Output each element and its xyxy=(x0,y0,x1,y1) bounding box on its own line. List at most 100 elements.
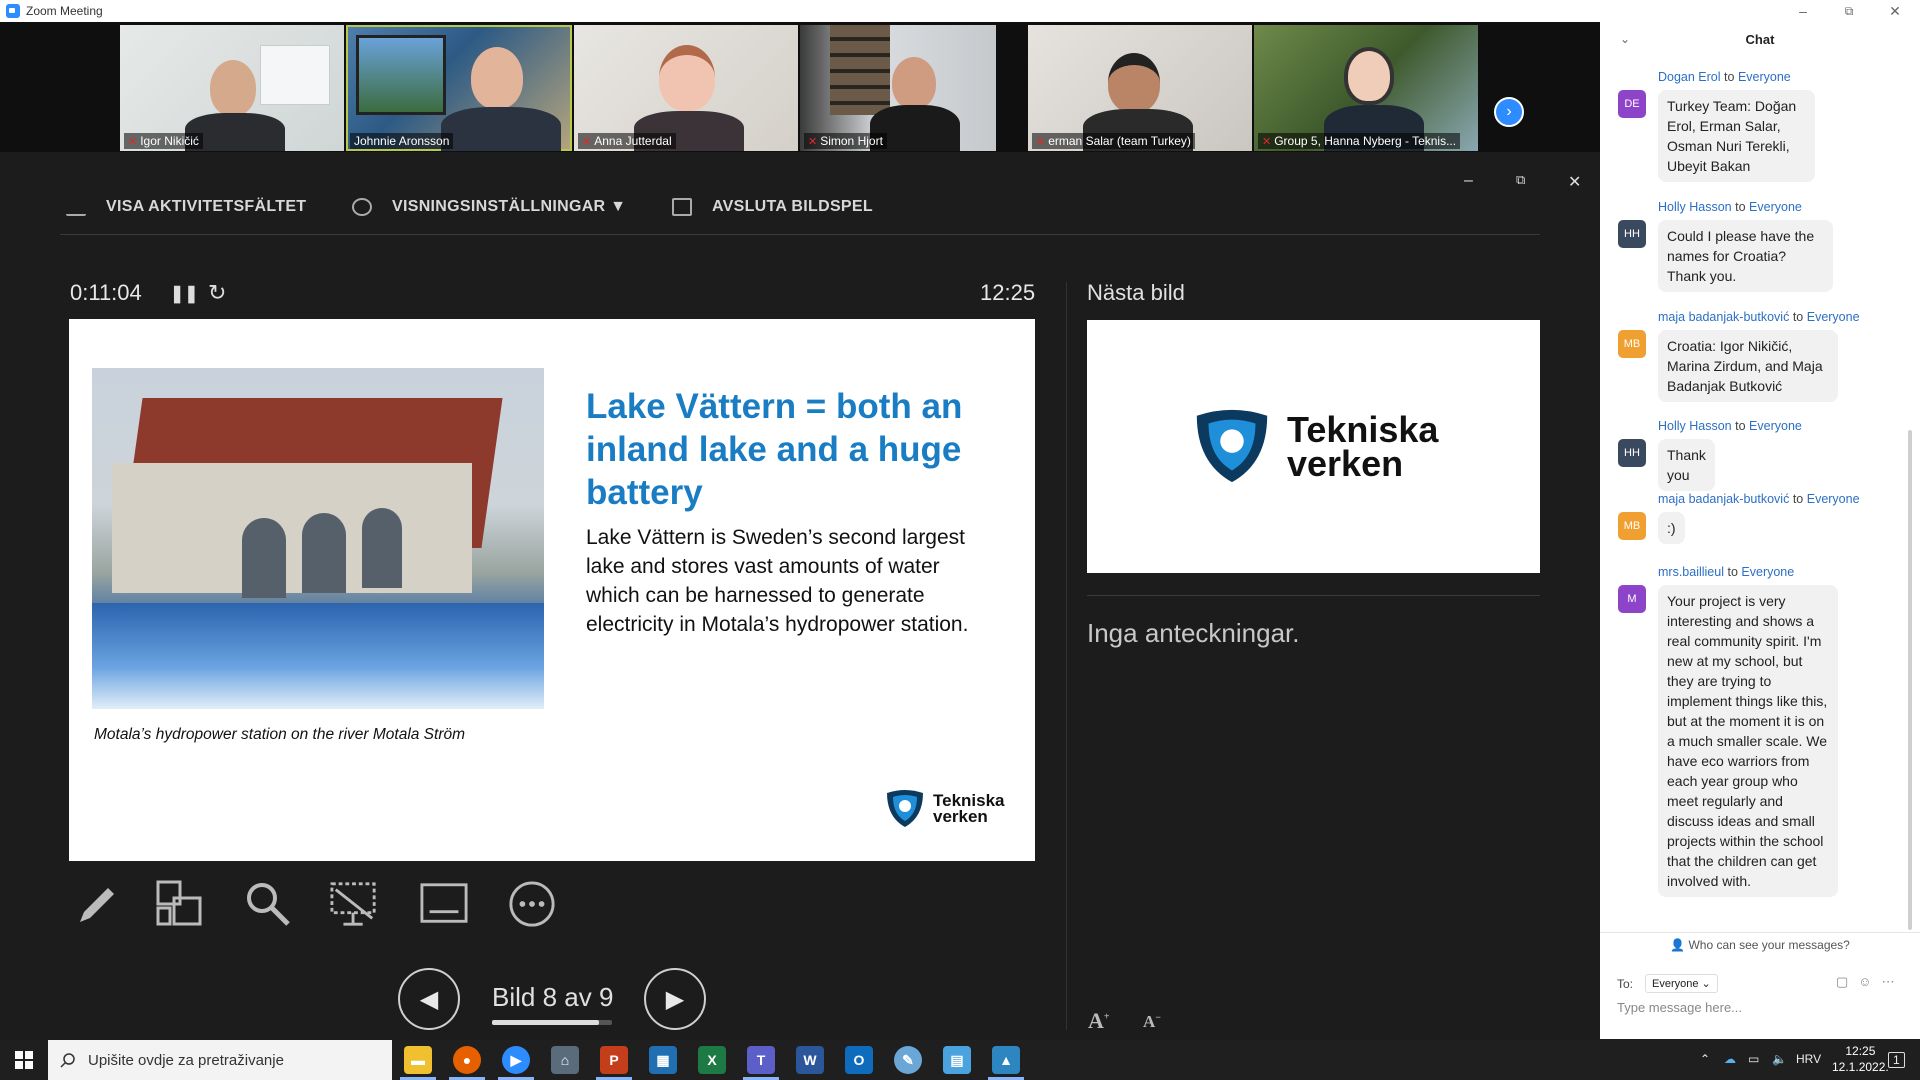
next-slide-button[interactable]: ▶ xyxy=(644,968,706,1030)
next-participants-button[interactable]: › xyxy=(1494,97,1524,127)
logo-text: Tekniska verken xyxy=(933,790,1005,826)
participant-name: Igor Nikičić xyxy=(140,134,199,148)
slide-title: Lake Vättern = both an inland lake and a… xyxy=(586,387,963,512)
language-indicator[interactable]: HRV xyxy=(1796,1052,1821,1066)
muted-mic-icon: ✕ xyxy=(1036,135,1046,148)
file-icon[interactable]: ▢ xyxy=(1836,974,1848,990)
message-sender[interactable]: Holly Hasson xyxy=(1658,200,1732,214)
zoom-icon[interactable]: ▶ xyxy=(502,1046,530,1074)
more-options-button[interactable] xyxy=(508,880,556,928)
minimize-window-button[interactable]: – xyxy=(1780,0,1826,22)
file-explorer-icon[interactable]: ▬ xyxy=(404,1046,432,1074)
recipient-select[interactable]: Everyone ⌄ xyxy=(1645,974,1718,993)
search-placeholder: Upišite ovdje za pretraživanje xyxy=(88,1051,284,1069)
message-recipient: Everyone xyxy=(1737,70,1791,84)
next-slide-preview[interactable]: Tekniska verken xyxy=(1087,320,1540,573)
slide-caption: Motala’s hydropower station on the river… xyxy=(94,726,466,743)
chat-scrollbar[interactable] xyxy=(1908,430,1912,930)
notification-center-button[interactable]: 1 xyxy=(1888,1052,1905,1068)
presenter-minimize-button[interactable]: – xyxy=(1464,172,1473,190)
close-window-button[interactable]: ✕ xyxy=(1872,0,1918,22)
chat-actions: ▢ ☺ ⋯ xyxy=(1836,974,1895,990)
pen-tool-button[interactable] xyxy=(72,880,120,928)
message-bubble: :) xyxy=(1658,512,1685,544)
paint-icon[interactable]: ✎ xyxy=(894,1046,922,1074)
more-icon[interactable]: ⋯ xyxy=(1882,974,1895,990)
message-sender[interactable]: Holly Hasson xyxy=(1658,419,1732,433)
participant-tile[interactable]: ✕ erman Salar (team Turkey) xyxy=(1028,25,1252,151)
speaker-notes: Inga anteckningar. xyxy=(1087,618,1300,648)
current-slide: Lake Vättern = both an inland lake and a… xyxy=(69,319,1035,861)
screen-off-icon xyxy=(330,882,376,926)
more-icon xyxy=(509,881,555,927)
person-lock-icon: 👤 xyxy=(1670,938,1686,952)
message-bubble: Croatia: Igor Nikičić, Marina Zirdum, an… xyxy=(1658,330,1838,402)
onedrive-icon[interactable]: ☁ xyxy=(1724,1052,1736,1066)
start-button[interactable] xyxy=(0,1040,48,1080)
clock-time: 12:25 xyxy=(1845,1044,1876,1058)
message-to: to xyxy=(1735,200,1746,214)
display-settings-button[interactable]: VISNINGSINSTÄLLNINGAR ▼ xyxy=(352,198,626,216)
message-to: to xyxy=(1724,70,1735,84)
windows-logo-icon xyxy=(15,1051,33,1069)
participant-tile-active-speaker[interactable]: Johnnie Aronsson xyxy=(346,25,572,151)
message-recipient: Everyone xyxy=(1749,419,1802,433)
message-bubble: Thank you xyxy=(1658,439,1715,491)
participant-tile[interactable]: ✕ Simon Hjort xyxy=(800,25,996,151)
subtitles-button[interactable] xyxy=(420,880,468,928)
participant-tile[interactable]: ✕ Igor Nikičić xyxy=(120,25,344,151)
message-sender[interactable]: Dogan Erol xyxy=(1658,70,1721,84)
volume-icon[interactable]: 🔈 xyxy=(1772,1052,1787,1066)
show-taskbar-button[interactable]: VISA AKTIVITETSFÄLTET xyxy=(66,198,306,216)
chat-message-input[interactable]: Type message here... xyxy=(1617,1000,1742,1015)
zoom-slide-button[interactable] xyxy=(244,880,292,928)
excel-icon[interactable]: X xyxy=(698,1046,726,1074)
participant-name: Group 5, Hanna Nyberg - Teknis... xyxy=(1274,134,1457,148)
word-icon[interactable]: W xyxy=(796,1046,824,1074)
message-sender[interactable]: maja badanjak-butković xyxy=(1658,310,1789,324)
calculator-icon[interactable]: ▦ xyxy=(649,1046,677,1074)
firefox-icon[interactable]: ● xyxy=(453,1046,481,1074)
end-slideshow-button[interactable]: AVSLUTA BILDSPEL xyxy=(672,198,873,216)
tekniska-verken-logo-icon xyxy=(887,790,923,827)
participant-tile[interactable]: ✕ Group 5, Hanna Nyberg - Teknis... xyxy=(1254,25,1478,151)
video-strip: ✕ Igor Nikičić Johnnie Aronsson ✕ Anna Jut… xyxy=(0,22,1600,152)
presenter-close-button[interactable]: ✕ xyxy=(1568,172,1581,192)
taskbar-search[interactable]: Upišite ovdje za pretraživanje xyxy=(48,1040,392,1080)
who-can-see-messages-link[interactable]: 👤 Who can see your messages? xyxy=(1600,938,1920,952)
chevron-up-icon[interactable]: ⌃ xyxy=(1700,1052,1710,1066)
increase-font-button[interactable]: A+ xyxy=(1088,1008,1110,1034)
network-app-icon[interactable]: ⌂ xyxy=(551,1046,579,1074)
black-screen-button[interactable] xyxy=(330,880,378,928)
zoom-app-icon xyxy=(6,4,20,18)
elapsed-timer: 0:11:04 xyxy=(70,280,142,305)
participant-name: Anna Jutterdal xyxy=(594,134,672,148)
participant-tile[interactable]: ✕ Anna Jutterdal xyxy=(574,25,798,151)
taskbar-clock[interactable]: 12:25 12.1.2022. xyxy=(1832,1043,1889,1075)
avatar: HH xyxy=(1618,439,1646,467)
previous-slide-button[interactable]: ◀ xyxy=(398,968,460,1030)
restore-window-button[interactable]: ⧉ xyxy=(1826,0,1872,22)
teams-icon[interactable]: T xyxy=(747,1046,775,1074)
avatar: MB xyxy=(1618,512,1646,540)
pause-timer-icon[interactable]: ❚❚ xyxy=(170,284,199,304)
tekniska-verken-logo: Tekniska verken xyxy=(883,787,1005,831)
notepad-icon[interactable]: ▤ xyxy=(943,1046,971,1074)
photos-icon[interactable]: ▲ xyxy=(992,1046,1020,1074)
decrease-font-button[interactable]: A− xyxy=(1143,1012,1161,1032)
message-recipient: Everyone xyxy=(1806,492,1860,506)
notification-count: 1 xyxy=(1893,1053,1900,1067)
message-sender[interactable]: mrs.baillieul xyxy=(1658,565,1724,579)
message-sender[interactable]: maja badanjak-butković xyxy=(1658,492,1789,506)
logo-text: Tekniska verken xyxy=(1287,408,1439,484)
network-icon[interactable]: ▭ xyxy=(1748,1052,1759,1066)
window-titlebar: Zoom Meeting xyxy=(0,0,1920,22)
reset-timer-icon[interactable]: ↻ xyxy=(208,280,226,306)
emoji-icon[interactable]: ☺ xyxy=(1858,974,1871,990)
outlook-icon[interactable]: O xyxy=(845,1046,873,1074)
show-taskbar-label: VISA AKTIVITETSFÄLTET xyxy=(106,198,307,215)
search-icon xyxy=(60,1053,75,1068)
presenter-restore-button[interactable]: ⧉ xyxy=(1516,172,1525,188)
powerpoint-icon[interactable]: P xyxy=(600,1046,628,1074)
see-all-slides-button[interactable] xyxy=(156,880,204,928)
